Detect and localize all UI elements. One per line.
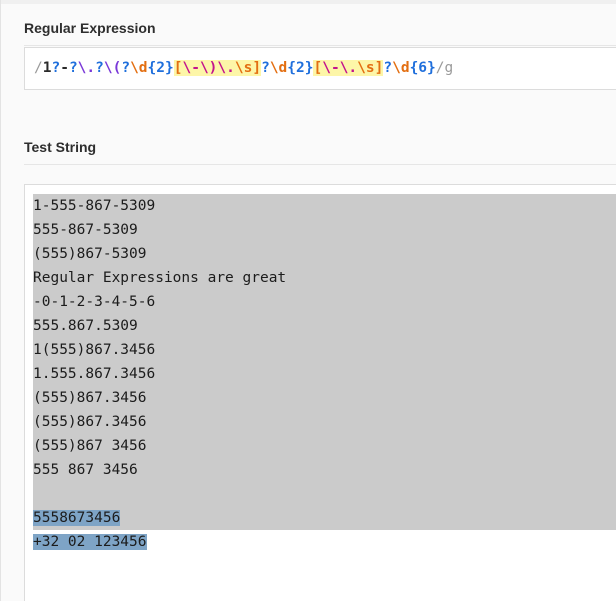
match-highlight-blue: +32 02 123456 bbox=[33, 534, 147, 550]
test-line: (555)867.3456 bbox=[33, 414, 147, 430]
regex-token: ? bbox=[261, 60, 270, 76]
test-line: (555)867.3456 bbox=[33, 390, 147, 406]
test-line: 1-555-867-5309 bbox=[33, 198, 156, 214]
test-line bbox=[33, 482, 286, 506]
regex-token: {2} bbox=[147, 60, 174, 76]
test-string-section-label: Test String bbox=[24, 139, 97, 155]
regex-token: \-\) bbox=[182, 60, 218, 76]
regex-token: ? bbox=[51, 60, 61, 76]
regex-token: [ bbox=[313, 60, 323, 76]
regex-token: {2} bbox=[287, 60, 314, 76]
regex-token: ? bbox=[121, 60, 131, 76]
match-highlight-blue: 5558673456 bbox=[33, 510, 121, 526]
regex-divider bbox=[24, 45, 616, 46]
regex-token: ? bbox=[95, 60, 104, 76]
regex-token: \s bbox=[234, 60, 253, 76]
test-line: 555.867.5309 bbox=[33, 318, 138, 334]
test-line: Regular Expressions are great bbox=[33, 270, 287, 286]
test-line-match: 5558673456 bbox=[33, 506, 286, 530]
regex-token: ] bbox=[252, 60, 262, 76]
regex-token: \- bbox=[322, 60, 340, 76]
test-line: (555)867 3456 bbox=[33, 438, 147, 454]
regex-token: / bbox=[34, 60, 43, 76]
regex-token: - bbox=[60, 60, 69, 76]
regex-token: ? bbox=[383, 60, 393, 76]
regex-section-label: Regular Expression bbox=[24, 20, 156, 36]
top-separator bbox=[1, 0, 616, 4]
regex-editor-panel: Regular Expression /1?-?\.?\(?\d{2}[\-\)… bbox=[0, 0, 616, 601]
regex-token: \. bbox=[217, 60, 235, 76]
regex-token: ? bbox=[68, 60, 78, 76]
regex-token: \. bbox=[339, 60, 358, 76]
regex-token: \d bbox=[269, 60, 288, 76]
regex-token: \. bbox=[77, 60, 96, 76]
regex-token: \d bbox=[392, 60, 410, 76]
test-line-match: +32 02 123456 bbox=[33, 530, 286, 554]
test-line: -0-1-2-3-4-5-6 bbox=[33, 294, 156, 310]
test-line: 555 867 3456 bbox=[33, 462, 138, 478]
test-string-input[interactable]: 1-555-867-5309 555-867-5309 (555)867-530… bbox=[24, 184, 616, 601]
regex-input[interactable]: /1?-?\.?\(?\d{2}[\-\)\.\s]?\d{2}[\-\.\s]… bbox=[24, 47, 616, 90]
test-line: 555-867-5309 bbox=[33, 222, 138, 238]
test-string-lines: 1-555-867-5309 555-867-5309 (555)867-530… bbox=[33, 194, 286, 554]
regex-token: \( bbox=[103, 60, 122, 76]
regex-token: \s bbox=[357, 60, 375, 76]
test-line: 1.555.867.3456 bbox=[33, 366, 156, 382]
regex-token: \d bbox=[130, 60, 148, 76]
test-line: 1(555)867.3456 bbox=[33, 342, 156, 358]
regex-token: {6} bbox=[409, 60, 436, 76]
test-line: (555)867-5309 bbox=[33, 246, 147, 262]
test-string-divider bbox=[24, 164, 616, 165]
regex-token: /g bbox=[435, 60, 454, 76]
